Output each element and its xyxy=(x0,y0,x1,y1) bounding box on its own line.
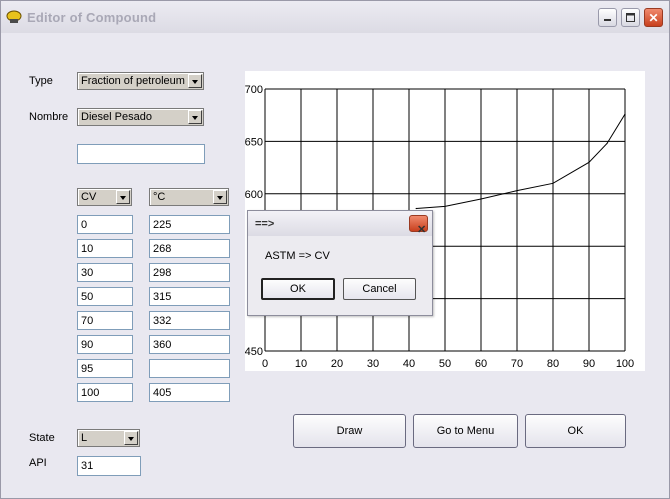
ok-button[interactable]: OK xyxy=(525,414,626,448)
api-label: API xyxy=(29,457,47,469)
x-tick-label: 90 xyxy=(583,358,595,370)
x-tick-label: 60 xyxy=(475,358,487,370)
temperature-value: 225 xyxy=(153,219,172,231)
minimize-button[interactable] xyxy=(598,8,617,27)
name-select-value: Diesel Pesado xyxy=(81,111,152,123)
title-bar[interactable]: Editor of Compound ✕ xyxy=(1,1,669,33)
close-button[interactable]: ✕ xyxy=(644,8,663,27)
temperature-unit-value: °C xyxy=(153,191,166,203)
temperature-value: 315 xyxy=(153,291,172,303)
temperature-value: 268 xyxy=(153,243,172,255)
distillation-unit-select[interactable]: CV xyxy=(77,188,132,206)
x-tick-label: 0 xyxy=(262,358,268,370)
temperature-field[interactable]: 315 xyxy=(149,287,230,306)
cv-value: 10 xyxy=(81,243,94,255)
dialog-ok-button[interactable]: OK xyxy=(261,278,335,300)
x-tick-label: 30 xyxy=(367,358,379,370)
state-label: State xyxy=(29,432,55,444)
temperature-field[interactable]: 360 xyxy=(149,335,230,354)
cv-field[interactable]: 70 xyxy=(77,311,133,330)
dialog-title: ==> xyxy=(255,218,275,230)
minimize-icon xyxy=(604,19,611,21)
cv-field[interactable]: 0 xyxy=(77,215,133,234)
temperature-unit-select[interactable]: °C xyxy=(149,188,229,206)
cv-value: 50 xyxy=(81,291,94,303)
cv-value: 90 xyxy=(81,339,94,351)
cv-value: 95 xyxy=(81,363,94,375)
cv-field[interactable]: 30 xyxy=(77,263,133,282)
chevron-down-icon[interactable] xyxy=(124,431,138,445)
api-value: 31 xyxy=(81,460,94,472)
distillation-unit-value: CV xyxy=(81,191,97,203)
series-point xyxy=(444,205,446,207)
y-tick-label: 450 xyxy=(245,346,263,358)
dialog-cancel-button[interactable]: Cancel xyxy=(343,278,416,300)
chevron-down-icon[interactable] xyxy=(188,110,202,124)
temperature-value: 360 xyxy=(153,339,172,351)
type-select-value: Fraction of petroleum xyxy=(81,75,185,87)
name-select[interactable]: Diesel Pesado xyxy=(77,108,204,126)
series-point xyxy=(624,113,626,115)
cv-value: 70 xyxy=(81,315,94,327)
series-point xyxy=(415,207,417,210)
series-line xyxy=(416,113,626,209)
temperature-field[interactable]: 298 xyxy=(149,263,230,282)
y-tick-label: 700 xyxy=(245,84,263,96)
api-field[interactable]: 31 xyxy=(77,456,141,476)
maximize-button[interactable] xyxy=(621,8,640,27)
compound-extra-field[interactable] xyxy=(77,144,205,164)
state-select-value: L xyxy=(81,432,88,444)
x-tick-label: 20 xyxy=(331,358,343,370)
temperature-field[interactable]: 268 xyxy=(149,239,230,258)
temperature-field[interactable]: 405 xyxy=(149,383,230,402)
conversion-dialog: ==> ✕ ASTM => CV OK Cancel xyxy=(247,210,433,316)
state-select[interactable]: L xyxy=(77,429,140,447)
compound-editor-window: Editor of Compound ✕ Type Fraction of pe… xyxy=(0,0,670,499)
y-tick-label: 600 xyxy=(245,189,263,201)
draw-button[interactable]: Draw xyxy=(293,414,406,448)
name-label: Nombre xyxy=(29,111,69,123)
cv-field[interactable]: 90 xyxy=(77,335,133,354)
x-tick-label: 40 xyxy=(403,358,415,370)
temperature-value: 405 xyxy=(153,387,172,399)
series-point xyxy=(480,198,482,200)
x-tick-label: 70 xyxy=(511,358,523,370)
dialog-title-bar[interactable]: ==> ✕ xyxy=(248,211,432,236)
chevron-down-icon[interactable] xyxy=(116,190,130,204)
temperature-field[interactable]: 225 xyxy=(149,215,230,234)
temperature-value: 298 xyxy=(153,267,172,279)
series-point xyxy=(516,190,518,192)
chevron-down-icon[interactable] xyxy=(213,190,227,204)
temperature-field[interactable] xyxy=(149,359,230,378)
maximize-icon xyxy=(626,13,635,22)
y-tick-label: 650 xyxy=(245,136,263,148)
cv-field[interactable]: 95 xyxy=(77,359,133,378)
chevron-down-icon[interactable] xyxy=(188,74,202,88)
window-title: Editor of Compound xyxy=(27,10,157,25)
app-icon xyxy=(6,10,22,23)
go-to-menu-button[interactable]: Go to Menu xyxy=(413,414,518,448)
x-tick-label: 80 xyxy=(547,358,559,370)
cv-value: 100 xyxy=(81,387,100,399)
cv-field[interactable]: 10 xyxy=(77,239,133,258)
x-tick-label: 100 xyxy=(616,358,634,370)
cv-value: 30 xyxy=(81,267,94,279)
cv-value: 0 xyxy=(81,219,88,231)
temperature-field[interactable]: 332 xyxy=(149,311,230,330)
type-label: Type xyxy=(29,75,53,87)
dialog-message: ASTM => CV xyxy=(265,250,330,262)
close-icon: ✕ xyxy=(648,10,659,25)
dialog-close-button[interactable]: ✕ xyxy=(409,215,428,236)
type-select[interactable]: Fraction of petroleum xyxy=(77,72,204,90)
x-tick-label: 50 xyxy=(439,358,451,370)
series-point xyxy=(588,161,590,163)
x-tick-label: 10 xyxy=(295,358,307,370)
cv-field[interactable]: 50 xyxy=(77,287,133,306)
temperature-value: 332 xyxy=(153,315,172,327)
cv-field[interactable]: 100 xyxy=(77,383,133,402)
close-icon: ✕ xyxy=(417,224,427,236)
series-point xyxy=(606,142,608,145)
series-point xyxy=(552,182,554,184)
